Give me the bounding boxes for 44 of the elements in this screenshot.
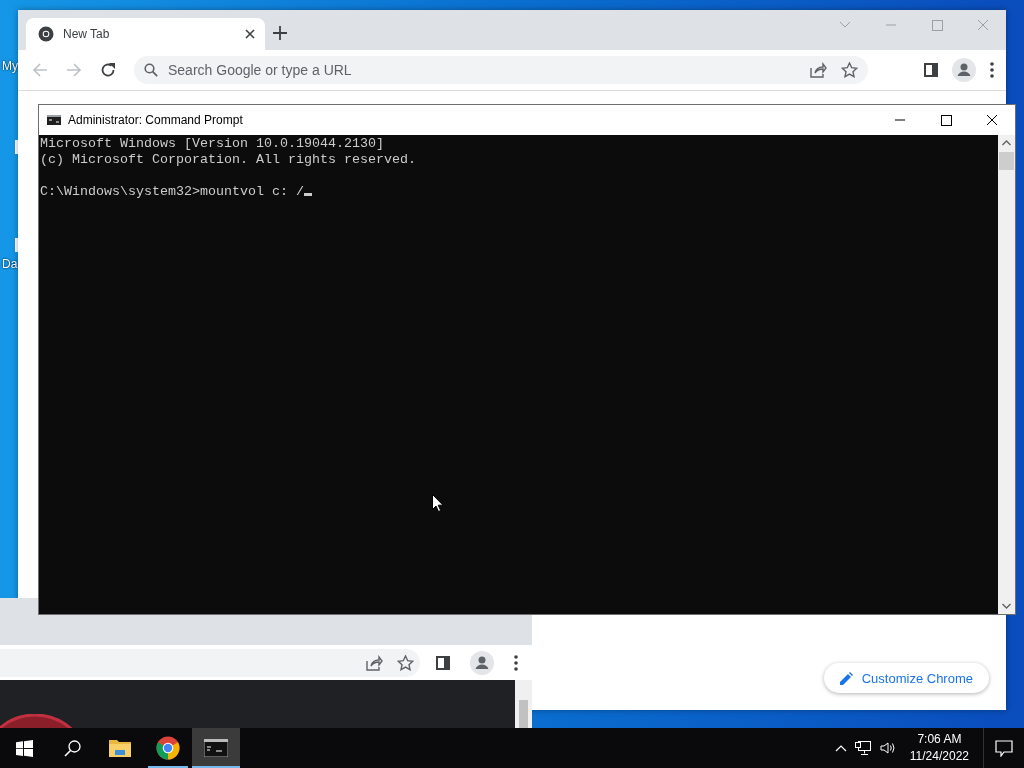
- console-line: (c) Microsoft Corporation. All rights reserved.: [40, 152, 416, 168]
- bookmark-star-icon[interactable]: [841, 62, 858, 78]
- customize-chrome-button[interactable]: Customize Chrome: [823, 663, 989, 693]
- console-app-icon: [47, 115, 61, 125]
- menu-icon[interactable]: [514, 654, 518, 671]
- bookmark-star-icon[interactable]: [397, 654, 414, 671]
- reload-icon[interactable]: [100, 62, 116, 78]
- scrollbar[interactable]: [515, 680, 532, 728]
- share-icon[interactable]: [365, 654, 383, 671]
- search-icon: [144, 63, 158, 77]
- mouse-pointer-icon: [432, 494, 443, 512]
- clock-time: 7:06 AM: [917, 731, 962, 748]
- side-panel-icon[interactable]: [436, 655, 450, 670]
- network-icon[interactable]: [854, 740, 872, 756]
- notification-icon[interactable]: [995, 739, 1013, 757]
- command-line[interactable]: C:\Windows\system32>mountvol c: /: [40, 184, 312, 200]
- windows-logo-icon: [15, 739, 33, 757]
- scrollbar[interactable]: [998, 135, 1015, 614]
- new-tab-icon[interactable]: [273, 26, 287, 40]
- profile-avatar-icon[interactable]: [470, 650, 494, 675]
- clock-date: 11/24/2022: [909, 748, 969, 765]
- address-bar[interactable]: Search Google or type a URL: [134, 56, 868, 84]
- profile-avatar-icon[interactable]: [952, 58, 976, 82]
- close-tab-icon[interactable]: [245, 29, 255, 39]
- tab-title: New Tab: [63, 27, 111, 41]
- search-icon: [63, 739, 81, 757]
- scrollbar-thumb[interactable]: [999, 152, 1014, 170]
- share-icon[interactable]: [809, 62, 827, 78]
- pencil-icon: [839, 671, 853, 685]
- chrome-logo-icon: [156, 736, 180, 760]
- taskbar-button[interactable]: [192, 728, 240, 768]
- address-input[interactable]: Search Google or type a URL: [168, 62, 799, 78]
- folder-icon: [109, 738, 131, 758]
- chrome-logo-icon: [38, 26, 54, 42]
- menu-icon[interactable]: [990, 62, 994, 78]
- window-title: Administrator: Command Prompt: [68, 113, 244, 127]
- text-cursor: [303, 193, 312, 196]
- clock[interactable]: 7:06 AM 11/24/2022: [903, 731, 975, 765]
- side-panel-icon[interactable]: [924, 63, 938, 77]
- console-line: Microsoft Windows [Version 10.0.19044.2130]: [40, 136, 384, 152]
- chevron-up-icon[interactable]: [834, 744, 847, 752]
- browser-tab[interactable]: New Tab: [26, 18, 265, 50]
- speaker-icon[interactable]: [879, 741, 896, 755]
- console-app-icon: [204, 739, 228, 757]
